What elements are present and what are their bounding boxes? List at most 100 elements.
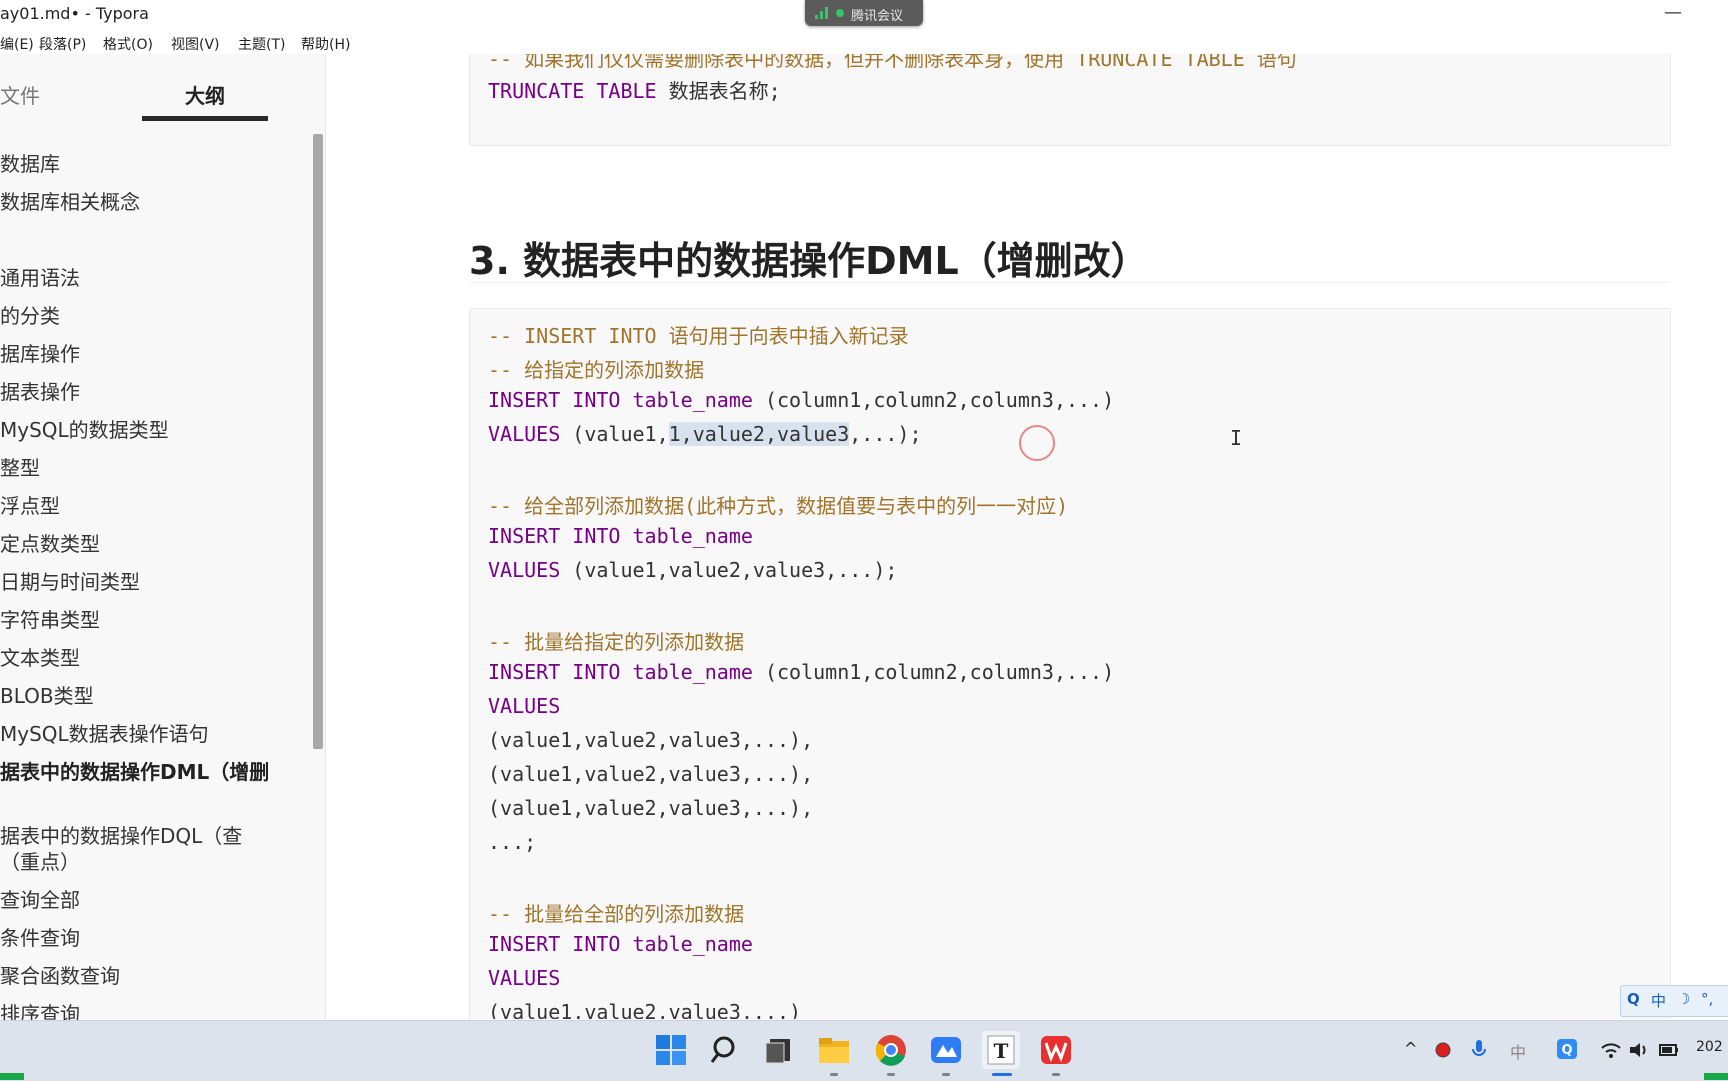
- outline-item[interactable]: 数据库: [0, 148, 60, 177]
- menu-help[interactable]: 帮助(H): [301, 34, 350, 54]
- file-explorer-icon[interactable]: [815, 1031, 853, 1069]
- moon-icon[interactable]: ☽: [1677, 990, 1690, 1008]
- outline-item[interactable]: 的分类: [0, 300, 60, 329]
- code-comment: -- 如果我们仅仅需要删除表中的数据，但并不删除表本身，使用 TRUNCATE …: [488, 54, 1297, 71]
- wps-icon[interactable]: [1037, 1031, 1075, 1069]
- running-indicator: [887, 1073, 895, 1076]
- code-block-truncate[interactable]: -- 如果我们仅仅需要删除表中的数据，但并不删除表本身，使用 TRUNCATE …: [469, 54, 1671, 146]
- menu-format[interactable]: 格式(O): [103, 34, 153, 54]
- code-text: (column1,column2,column3,...): [764, 388, 1115, 412]
- sidebar: 文件 大纲 数据库 数据库相关概念 通用语法 的分类 据库操作 据表操作 MyS…: [0, 54, 326, 1026]
- microphone-icon[interactable]: [1470, 1039, 1488, 1061]
- outline-item[interactable]: 据表操作: [0, 376, 80, 405]
- code-text: (column1,column2,column3,...): [764, 660, 1115, 684]
- code-comment: -- INSERT INTO 语句用于向表中插入新记录: [488, 324, 909, 348]
- code-text: 数据表名称;: [656, 79, 781, 103]
- running-indicator: [1052, 1073, 1060, 1076]
- heading-divider: [469, 282, 1669, 283]
- outline-item[interactable]: MySQL的数据类型: [0, 414, 169, 443]
- typora-icon[interactable]: T: [982, 1031, 1020, 1069]
- task-view-icon[interactable]: [760, 1031, 798, 1069]
- meeting-label: 腾讯会议: [851, 9, 904, 24]
- ime-toolbar[interactable]: Q 中 ☽ °,: [1620, 985, 1728, 1017]
- code-line: (value1,value2,value3,...),: [488, 762, 814, 786]
- outline-item-active[interactable]: 据表中的数据操作DML（增删: [0, 756, 269, 785]
- code-line: (value1,value2,value3,...),: [488, 796, 814, 820]
- outline-item[interactable]: 日期与时间类型: [0, 566, 140, 595]
- outline-item[interactable]: 聚合函数查询: [0, 960, 120, 989]
- menu-edit[interactable]: 编(E): [0, 34, 34, 54]
- ime-mode-toggle[interactable]: 中: [1651, 990, 1666, 1011]
- outline-item[interactable]: 数据库相关概念: [0, 186, 140, 215]
- code-comment: -- 给全部列添加数据(此种方式，数据值要与表中的列一一对应): [488, 494, 1069, 518]
- minimize-button[interactable]: —: [1664, 2, 1682, 23]
- code-comment: -- 批量给全部的列添加数据: [488, 902, 745, 926]
- windows-start-icon[interactable]: [652, 1031, 690, 1069]
- wifi-icon[interactable]: [1600, 1041, 1622, 1059]
- code-line: VALUES (value1,value2,value3,...);: [488, 558, 897, 582]
- code-line: (value1,value2,value3,...),: [488, 728, 814, 752]
- outline-item[interactable]: 条件查询: [0, 922, 80, 951]
- tab-files[interactable]: 文件: [0, 80, 40, 109]
- outline-item[interactable]: （重点）: [0, 846, 80, 875]
- code-keyword: INSERT INTO table_name: [488, 524, 753, 548]
- code-keyword: INSERT INTO table_name: [488, 388, 753, 412]
- ime-punct-icon[interactable]: °,: [1701, 990, 1713, 1008]
- active-indicator: [992, 1073, 1012, 1076]
- volume-icon[interactable]: [1628, 1041, 1650, 1059]
- tencent-meeting-bar[interactable]: 腾讯会议: [805, 0, 923, 26]
- code-line: ...;: [488, 830, 537, 854]
- outline-item[interactable]: 字符串类型: [0, 604, 100, 633]
- running-indicator: [830, 1073, 838, 1076]
- tray-ime-indicator[interactable]: 中: [1510, 1039, 1526, 1063]
- mouse-click-indicator-icon: [1019, 425, 1055, 461]
- chrome-icon[interactable]: [872, 1031, 910, 1069]
- code-block-insert[interactable]: -- INSERT INTO 语句用于向表中插入新记录 -- 给指定的列添加数据…: [469, 308, 1671, 1019]
- code-line: VALUES (value1,1,value2,value3,...);: [488, 422, 922, 446]
- menu-view[interactable]: 视图(V): [171, 34, 220, 54]
- record-icon[interactable]: [1434, 1041, 1452, 1059]
- sidebar-tabs: 文件 大纲: [0, 54, 325, 124]
- outline-item[interactable]: MySQL数据表操作语句: [0, 718, 209, 747]
- tencent-meeting-icon[interactable]: [927, 1031, 965, 1069]
- code-line: INSERT INTO table_name (column1,column2,…: [488, 660, 1114, 684]
- window-title: ay01.md• - Typora: [0, 4, 149, 23]
- code-keyword: VALUES: [488, 694, 561, 718]
- code-text: ,...);: [849, 422, 922, 446]
- code-keyword: VALUES: [488, 558, 561, 582]
- clock[interactable]: 202: [1696, 1039, 1723, 1055]
- text-selection: 1,value2,value3: [668, 422, 850, 446]
- code-line: (value1,value2,value3,...): [488, 1000, 802, 1019]
- battery-icon[interactable]: [1658, 1041, 1680, 1059]
- code-text: (value1,value2,value3,...);: [572, 558, 898, 582]
- tab-active-indicator: [142, 116, 268, 121]
- menu-theme[interactable]: 主题(T): [238, 34, 285, 54]
- outline-item[interactable]: 通用语法: [0, 262, 80, 291]
- code-line: TRUNCATE TABLE 数据表名称;: [488, 75, 781, 104]
- sidebar-scrollbar[interactable]: [313, 134, 323, 749]
- code-keyword: INSERT INTO table_name: [488, 932, 753, 956]
- code-keyword: VALUES: [488, 966, 561, 990]
- menu-paragraph[interactable]: 段落(P): [39, 34, 86, 54]
- outline-item[interactable]: BLOB类型: [0, 680, 94, 709]
- search-icon[interactable]: [707, 1031, 745, 1069]
- tab-outline[interactable]: 大纲: [142, 80, 268, 109]
- outline-item[interactable]: 据表中的数据操作DQL（查: [0, 820, 242, 849]
- svg-text:T: T: [994, 1039, 1009, 1063]
- ime-q-icon[interactable]: Q: [1627, 990, 1640, 1008]
- qq-input-icon[interactable]: Q: [1556, 1038, 1578, 1060]
- tray-chevron-icon[interactable]: ^: [1404, 1039, 1417, 1058]
- outline-item[interactable]: 据库操作: [0, 338, 80, 367]
- outline-item[interactable]: 定点数类型: [0, 528, 100, 557]
- outline-item[interactable]: 整型: [0, 452, 40, 481]
- outline-item[interactable]: 查询全部: [0, 884, 80, 913]
- outline-item[interactable]: 文本类型: [0, 642, 80, 671]
- editor[interactable]: -- 如果我们仅仅需要删除表中的数据，但并不删除表本身，使用 TRUNCATE …: [326, 54, 1728, 1019]
- svg-text:Q: Q: [1561, 1043, 1572, 1058]
- code-keyword: TRUNCATE TABLE: [488, 79, 657, 103]
- taskbar: T ^ 中 Q 202: [0, 1020, 1728, 1081]
- code-comment: -- 批量给指定的列添加数据: [488, 630, 745, 654]
- status-dot-icon: [836, 9, 844, 17]
- code-keyword: INSERT INTO table_name: [488, 660, 753, 684]
- outline-item[interactable]: 浮点型: [0, 490, 60, 519]
